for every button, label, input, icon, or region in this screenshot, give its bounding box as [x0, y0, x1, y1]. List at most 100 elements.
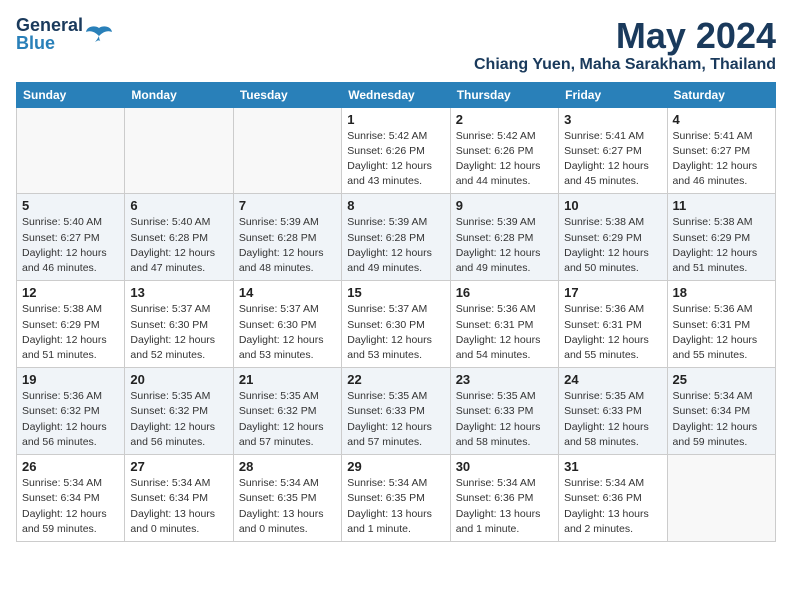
calendar-day-cell: 2 Sunrise: 5:42 AM Sunset: 6:26 PM Daylig…	[450, 107, 558, 194]
calendar-day-cell	[233, 107, 341, 194]
calendar-day-cell: 31 Sunrise: 5:34 AM Sunset: 6:36 PM Dayli…	[559, 455, 667, 542]
calendar-day-cell	[667, 455, 775, 542]
day-number: 24	[564, 372, 661, 387]
calendar-day-cell: 25 Sunrise: 5:34 AM Sunset: 6:34 PM Dayli…	[667, 368, 775, 455]
calendar-day-cell: 8Sunrise: 5:39 AM Sunset: 6:28 PM Daylig…	[342, 194, 450, 281]
day-number: 9	[456, 198, 553, 213]
calendar-day-cell: 24 Sunrise: 5:35 AM Sunset: 6:33 PM Dayli…	[559, 368, 667, 455]
calendar-day-cell: 9 Sunrise: 5:39 AM Sunset: 6:28 PM Daylig…	[450, 194, 558, 281]
day-info: Sunrise: 5:37 AM Sunset: 6:30 PM Dayligh…	[239, 302, 336, 363]
logo-blue: Blue	[16, 34, 83, 52]
day-info: Sunrise: 5:36 AM Sunset: 6:31 PM Dayligh…	[673, 302, 770, 363]
day-info: Sunrise: 5:38 AM Sunset: 6:29 PM Dayligh…	[673, 215, 770, 276]
location-title: Chiang Yuen, Maha Sarakham, Thailand	[474, 56, 776, 74]
day-number: 23	[456, 372, 553, 387]
day-info: Sunrise: 5:35 AM Sunset: 6:32 PM Dayligh…	[130, 389, 227, 450]
day-info: Sunrise: 5:41 AM Sunset: 6:27 PM Dayligh…	[564, 129, 661, 190]
day-number: 16	[456, 285, 553, 300]
day-info: Sunrise: 5:34 AM Sunset: 6:36 PM Dayligh…	[564, 476, 661, 537]
day-info: Sunrise: 5:34 AM Sunset: 6:34 PM Dayligh…	[130, 476, 227, 537]
day-number: 17	[564, 285, 661, 300]
calendar-day-cell: 4Sunrise: 5:41 AM Sunset: 6:27 PM Daylig…	[667, 107, 775, 194]
day-number: 5	[22, 198, 119, 213]
day-number: 29	[347, 459, 444, 474]
calendar-day-cell: 20 Sunrise: 5:35 AM Sunset: 6:32 PM Dayli…	[125, 368, 233, 455]
month-title: May 2024	[474, 16, 776, 56]
day-info: Sunrise: 5:34 AM Sunset: 6:34 PM Dayligh…	[22, 476, 119, 537]
calendar-day-cell: 12Sunrise: 5:38 AM Sunset: 6:29 PM Dayli…	[17, 281, 125, 368]
calendar-week-row: 5Sunrise: 5:40 AM Sunset: 6:27 PM Daylig…	[17, 194, 776, 281]
weekday-header-thursday: Thursday	[450, 82, 558, 107]
day-info: Sunrise: 5:42 AM Sunset: 6:26 PM Dayligh…	[456, 129, 553, 190]
day-info: Sunrise: 5:37 AM Sunset: 6:30 PM Dayligh…	[130, 302, 227, 363]
weekday-header-tuesday: Tuesday	[233, 82, 341, 107]
day-info: Sunrise: 5:39 AM Sunset: 6:28 PM Dayligh…	[456, 215, 553, 276]
day-info: Sunrise: 5:34 AM Sunset: 6:35 PM Dayligh…	[239, 476, 336, 537]
calendar-day-cell: 29 Sunrise: 5:34 AM Sunset: 6:35 PM Dayli…	[342, 455, 450, 542]
day-number: 20	[130, 372, 227, 387]
calendar-table: SundayMondayTuesdayWednesdayThursdayFrid…	[16, 82, 776, 542]
day-info: Sunrise: 5:39 AM Sunset: 6:28 PM Dayligh…	[239, 215, 336, 276]
calendar-day-cell: 27Sunrise: 5:34 AM Sunset: 6:34 PM Dayli…	[125, 455, 233, 542]
page-header: General Blue May 2024 Chiang Yuen, Maha …	[16, 16, 776, 74]
day-info: Sunrise: 5:34 AM Sunset: 6:34 PM Dayligh…	[673, 389, 770, 450]
day-number: 3	[564, 112, 661, 127]
day-number: 15	[347, 285, 444, 300]
day-number: 4	[673, 112, 770, 127]
weekday-header-monday: Monday	[125, 82, 233, 107]
weekday-header-row: SundayMondayTuesdayWednesdayThursdayFrid…	[17, 82, 776, 107]
calendar-day-cell: 21 Sunrise: 5:35 AM Sunset: 6:32 PM Dayli…	[233, 368, 341, 455]
calendar-day-cell: 23 Sunrise: 5:35 AM Sunset: 6:33 PM Dayli…	[450, 368, 558, 455]
weekday-header-saturday: Saturday	[667, 82, 775, 107]
day-number: 26	[22, 459, 119, 474]
day-info: Sunrise: 5:38 AM Sunset: 6:29 PM Dayligh…	[22, 302, 119, 363]
weekday-header-sunday: Sunday	[17, 82, 125, 107]
day-info: Sunrise: 5:40 AM Sunset: 6:28 PM Dayligh…	[130, 215, 227, 276]
day-number: 11	[673, 198, 770, 213]
day-info: Sunrise: 5:35 AM Sunset: 6:33 PM Dayligh…	[564, 389, 661, 450]
day-info: Sunrise: 5:39 AM Sunset: 6:28 PM Dayligh…	[347, 215, 444, 276]
weekday-header-friday: Friday	[559, 82, 667, 107]
calendar-day-cell: 28Sunrise: 5:34 AM Sunset: 6:35 PM Dayli…	[233, 455, 341, 542]
calendar-day-cell: 10 Sunrise: 5:38 AM Sunset: 6:29 PM Dayli…	[559, 194, 667, 281]
calendar-day-cell: 11 Sunrise: 5:38 AM Sunset: 6:29 PM Dayli…	[667, 194, 775, 281]
day-info: Sunrise: 5:38 AM Sunset: 6:29 PM Dayligh…	[564, 215, 661, 276]
calendar-week-row: 19Sunrise: 5:36 AM Sunset: 6:32 PM Dayli…	[17, 368, 776, 455]
calendar-day-cell: 26 Sunrise: 5:34 AM Sunset: 6:34 PM Dayli…	[17, 455, 125, 542]
calendar-day-cell: 15Sunrise: 5:37 AM Sunset: 6:30 PM Dayli…	[342, 281, 450, 368]
day-info: Sunrise: 5:36 AM Sunset: 6:31 PM Dayligh…	[564, 302, 661, 363]
calendar-day-cell: 16Sunrise: 5:36 AM Sunset: 6:31 PM Dayli…	[450, 281, 558, 368]
weekday-header-wednesday: Wednesday	[342, 82, 450, 107]
calendar-week-row: 12Sunrise: 5:38 AM Sunset: 6:29 PM Dayli…	[17, 281, 776, 368]
day-number: 19	[22, 372, 119, 387]
calendar-day-cell: 17 Sunrise: 5:36 AM Sunset: 6:31 PM Dayli…	[559, 281, 667, 368]
calendar-day-cell: 7 Sunrise: 5:39 AM Sunset: 6:28 PM Daylig…	[233, 194, 341, 281]
day-number: 7	[239, 198, 336, 213]
calendar-day-cell: 6Sunrise: 5:40 AM Sunset: 6:28 PM Daylig…	[125, 194, 233, 281]
day-number: 2	[456, 112, 553, 127]
day-info: Sunrise: 5:35 AM Sunset: 6:32 PM Dayligh…	[239, 389, 336, 450]
day-info: Sunrise: 5:35 AM Sunset: 6:33 PM Dayligh…	[347, 389, 444, 450]
day-info: Sunrise: 5:42 AM Sunset: 6:26 PM Dayligh…	[347, 129, 444, 190]
calendar-day-cell: 30 Sunrise: 5:34 AM Sunset: 6:36 PM Dayli…	[450, 455, 558, 542]
day-number: 18	[673, 285, 770, 300]
day-number: 31	[564, 459, 661, 474]
logo-general: General	[16, 16, 83, 34]
calendar-day-cell: 13Sunrise: 5:37 AM Sunset: 6:30 PM Dayli…	[125, 281, 233, 368]
day-number: 30	[456, 459, 553, 474]
logo-bird-icon	[85, 24, 113, 44]
calendar-day-cell	[125, 107, 233, 194]
day-number: 1	[347, 112, 444, 127]
calendar-day-cell: 1 Sunrise: 5:42 AM Sunset: 6:26 PM Daylig…	[342, 107, 450, 194]
day-number: 10	[564, 198, 661, 213]
day-number: 25	[673, 372, 770, 387]
calendar-week-row: 26 Sunrise: 5:34 AM Sunset: 6:34 PM Dayli…	[17, 455, 776, 542]
calendar-day-cell: 14 Sunrise: 5:37 AM Sunset: 6:30 PM Dayli…	[233, 281, 341, 368]
day-number: 14	[239, 285, 336, 300]
day-info: Sunrise: 5:34 AM Sunset: 6:35 PM Dayligh…	[347, 476, 444, 537]
calendar-week-row: 1 Sunrise: 5:42 AM Sunset: 6:26 PM Daylig…	[17, 107, 776, 194]
calendar-day-cell	[17, 107, 125, 194]
day-number: 21	[239, 372, 336, 387]
day-info: Sunrise: 5:34 AM Sunset: 6:36 PM Dayligh…	[456, 476, 553, 537]
day-info: Sunrise: 5:35 AM Sunset: 6:33 PM Dayligh…	[456, 389, 553, 450]
